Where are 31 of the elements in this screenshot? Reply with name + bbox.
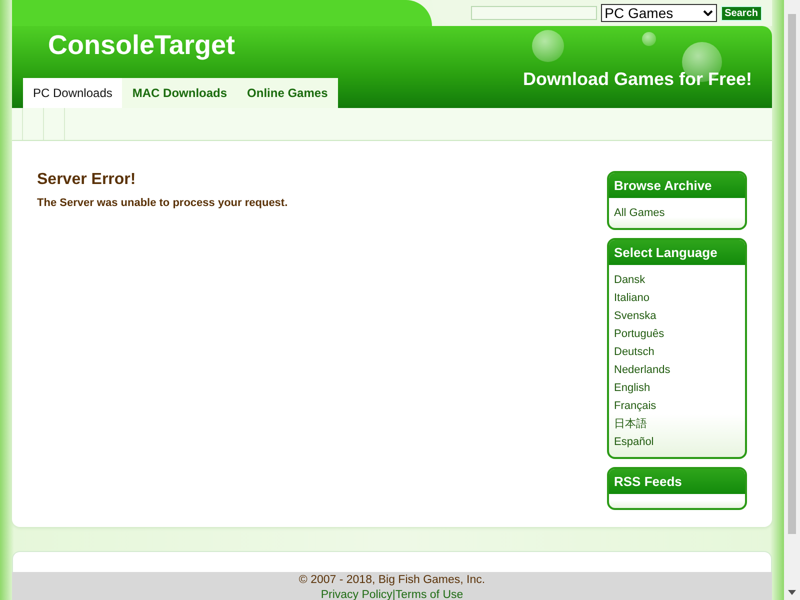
sidebar-link[interactable]: Français — [614, 397, 740, 415]
error-title: Server Error! — [37, 171, 137, 189]
down-arrow-icon[interactable] — [788, 590, 796, 596]
nav-tab[interactable]: MAC Downloads — [122, 78, 238, 108]
scroll-thumb[interactable] — [788, 14, 796, 534]
sidebar-link[interactable]: All Games — [614, 204, 740, 222]
footer-link[interactable]: Terms of Use — [395, 588, 464, 600]
search-field[interactable] — [470, 6, 597, 20]
sidebar-link[interactable]: Español — [614, 433, 740, 451]
bubble-drawing — [642, 32, 656, 46]
sidebar-link[interactable]: Svenska — [614, 307, 740, 325]
tagline: Download Games for Free! — [522, 69, 752, 90]
scrollbar[interactable] — [784, 0, 800, 600]
panel-title: Browse Archive — [609, 173, 745, 198]
sidebar-link[interactable]: 日本語 — [614, 415, 740, 433]
error-message: The Server was unable to process your request. — [37, 197, 288, 209]
copyright-text: © 2007 - 2018, Big Fish Games, Inc. — [298, 573, 486, 588]
sidebar-link[interactable]: Nederlands — [614, 361, 740, 379]
sidebar-link[interactable]: Dansk — [614, 271, 740, 289]
bubble-drawing — [532, 30, 564, 62]
sidebar-link[interactable]: Deutsch — [614, 343, 740, 361]
search-button[interactable]: Search — [720, 6, 762, 21]
chevron-icon — [702, 10, 713, 16]
sidebar-link[interactable]: Italiano — [614, 289, 740, 307]
sidebar-link[interactable]: Português — [614, 325, 740, 343]
panel-title: Select Language — [609, 240, 745, 265]
nav-tab[interactable]: PC Downloads — [23, 78, 122, 108]
category-dropdown[interactable]: PC Games — [600, 4, 717, 22]
nav-tab[interactable]: Online Games — [237, 78, 338, 108]
sidebar-link[interactable]: English — [614, 379, 740, 397]
panel-title: RSS Feeds — [609, 469, 745, 494]
